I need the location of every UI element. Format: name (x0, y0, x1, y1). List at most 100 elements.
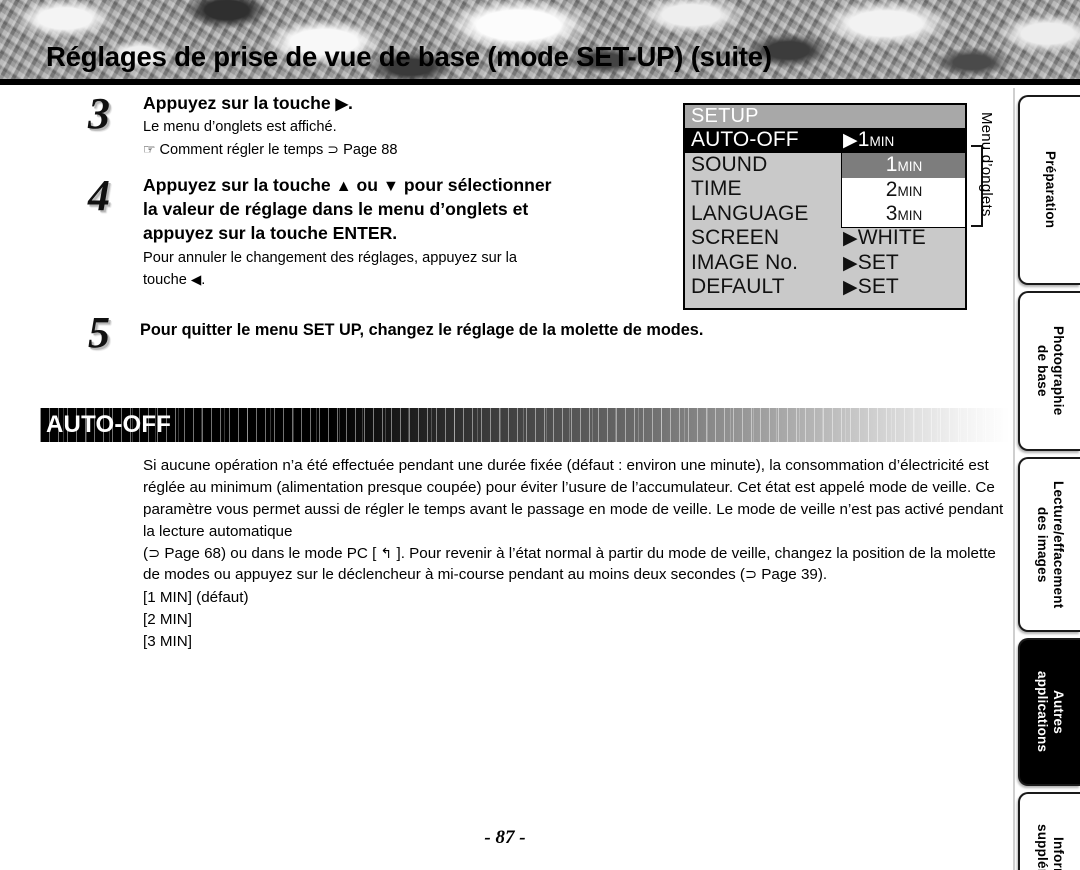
tab-menu-option-1min-value: 1 (885, 153, 898, 176)
lcd-auto-off-number: 1 (857, 128, 870, 151)
chapter-tab-preparation[interactable]: Préparation (1018, 95, 1080, 285)
right-arrow-icon: ▶ (843, 228, 858, 249)
step-3-sub-line-2: ☞ Comment régler le temps ⊃ Page 88 (143, 140, 682, 161)
section-bar-gradient (40, 408, 1010, 442)
chapter-tab-informations-supplementaires[interactable]: Informations supplémentaires (1018, 792, 1080, 870)
lcd-row-auto-off-label: AUTO-OFF (691, 128, 799, 151)
lcd-row-image-no-label: IMAGE No. (691, 250, 799, 274)
lcd-row-screen-label: SCREEN (691, 226, 780, 249)
chapter-tab-autres-applications[interactable]: Autres applications (1018, 638, 1080, 786)
body-p2-part-b: Page 68) ou dans le mode PC [ (160, 544, 381, 562)
step-4-title-part-b: ou (351, 175, 383, 196)
tab-menu-option-2min-unit: MIN (897, 183, 923, 199)
step-3-title-suffix: . (348, 93, 353, 113)
step-3-number: 3 (88, 89, 110, 138)
chapter-tab-autres-applications-label: Autres applications (1035, 671, 1066, 753)
tab-menu-option-1min[interactable]: 1MIN (842, 153, 965, 178)
lcd-screen: SETUP AUTO-OFF ▶1MIN SOUND TIME LANGUAGE… (683, 103, 967, 310)
lcd-row-language-label: LANGUAGE (691, 201, 809, 225)
right-arrow-icon: ▶ (335, 95, 349, 113)
lcd-row-auto-off: AUTO-OFF ▶1MIN (685, 128, 965, 153)
auto-off-options-list: [1 MIN] (défaut) [2 MIN] [3 MIN] (143, 587, 1015, 653)
tab-menu-option-2min[interactable]: 2MIN (842, 177, 965, 202)
page-edge-line (1013, 88, 1015, 870)
body-paragraph-2: (⊃ Page 68) ou dans le mode PC [ ↰ ]. Po… (143, 543, 1015, 587)
lcd-row-default-value: ▶SET (843, 275, 899, 301)
step-3-title: Appuyez sur la touche ▶. (143, 92, 682, 116)
step-5-number: 5 (88, 307, 110, 357)
lcd-auto-off-unit: MIN (869, 134, 895, 149)
step-4-body: Appuyez sur la touche ▲ ou ▼ pour sélect… (143, 174, 690, 291)
lcd-default-setting: SET (857, 275, 899, 298)
step-4-title-line-2: la valeur de réglage dans le menu d’ongl… (143, 199, 529, 220)
lcd-row-screen: SCREEN ▶WHITE (685, 226, 965, 251)
step-4-sub-part-b: . (201, 272, 206, 289)
page-title: Réglages de prise de vue de base (mode S… (46, 41, 772, 72)
pc-mode-icon: ↰ (380, 545, 393, 562)
lcd-row-default: DEFAULT ▶SET (685, 275, 965, 300)
page-number: - 87 - (484, 827, 526, 848)
lcd-screen-illustration: SETUP AUTO-OFF ▶1MIN SOUND TIME LANGUAGE… (683, 103, 967, 310)
tab-menu-option-3min[interactable]: 3MIN (842, 202, 965, 227)
option-1-min: [1 MIN] (défaut) (143, 589, 249, 607)
step-4-sub-part-a: touche (143, 272, 191, 289)
chapter-tab-lecture-effacement[interactable]: Lecture/effacement des images (1018, 457, 1080, 632)
down-arrow-icon: ▼ (382, 177, 399, 196)
step-4-title: Appuyez sur la touche ▲ ou ▼ pour sélect… (143, 174, 682, 245)
lcd-row-image-no-value: ▶SET (843, 251, 899, 277)
step-3: 3 Appuyez sur la touche ▶. Le menu d’ong… (0, 92, 690, 160)
step-5: 5 Pour quitter le menu SET UP, changez l… (0, 310, 704, 354)
lcd-row-default-label: DEFAULT (691, 275, 785, 298)
lcd-row-screen-value: ▶WHITE (843, 226, 926, 252)
chapter-tab-photographie-de-base-label: Photographie de base (1035, 326, 1066, 416)
body-paragraph-1: Si aucune opération n’a été effectuée pe… (143, 457, 1004, 540)
step-5-body: Pour quitter le menu SET UP, changez le … (140, 311, 704, 340)
lcd-row-image-no: IMAGE No. ▶SET (685, 251, 965, 276)
step-4-sub-line-1: Pour annuler le changement des réglages,… (143, 250, 518, 267)
option-3-min: [3 MIN] (143, 633, 192, 651)
left-arrow-icon: ◀ (190, 272, 202, 288)
right-arrow-icon: ▶ (843, 277, 858, 298)
right-arrow-icon: ▶ (843, 130, 858, 151)
lcd-row-sound-label: SOUND (691, 152, 768, 176)
step-4: 4 Appuyez sur la touche ▲ ou ▼ pour séle… (0, 174, 690, 291)
manual-page: Réglages de prise de vue de base (mode S… (0, 0, 1080, 870)
step-3-body: Appuyez sur la touche ▶. Le menu d’ongle… (143, 92, 690, 160)
chapter-tab-preparation-label: Préparation (1042, 151, 1058, 229)
right-arrow-icon: ▶ (843, 252, 858, 274)
tab-menu-option-3min-unit: MIN (897, 208, 923, 223)
step-4-title-part-a: Appuyez sur la touche (143, 175, 336, 196)
lcd-screen-setting: WHITE (857, 226, 926, 249)
lcd-row-auto-off-value: ▶1MIN (843, 128, 894, 155)
lcd-image-no-setting: SET (857, 250, 899, 274)
tab-menu-option-3min-value: 3 (885, 202, 898, 225)
step-3-crossref-text: Comment régler le temps (159, 141, 324, 158)
body-content: Si aucune opération n’a été effectuée pe… (143, 455, 1015, 653)
section-heading-bar: AUTO-OFF (40, 408, 1010, 442)
tab-menu-option-2min-value: 2 (885, 177, 898, 201)
loop-arrow-icon: ⊃ (148, 545, 161, 562)
option-2-min: [2 MIN] (143, 611, 192, 629)
chapter-tabs-sidebar: Préparation Photographie de base Lecture… (1018, 95, 1080, 870)
step-4-number: 4 (88, 171, 110, 221)
lcd-row-time-label: TIME (691, 177, 742, 200)
chapter-tab-lecture-effacement-label: Lecture/effacement des images (1035, 480, 1066, 609)
step-4-title-part-c: pour sélectionner (398, 175, 552, 196)
steps-list: 3 Appuyez sur la touche ▶. Le menu d’ong… (0, 92, 704, 355)
up-arrow-icon: ▲ (335, 177, 352, 196)
step-4-title-line-3: appuyez sur la touche ENTER. (143, 222, 398, 243)
step-3-page-ref: Page 88 (343, 141, 398, 158)
loop-arrow-icon: ⊃ (744, 567, 758, 584)
chapter-tab-informations-supplementaires-label: Informations supplémentaires (1034, 824, 1066, 870)
tab-menu-option-1min-unit: MIN (897, 159, 923, 174)
section-heading-label: AUTO-OFF (46, 411, 172, 438)
step-3-sub-line-1: Le menu d’onglets est affiché. (143, 118, 337, 135)
chapter-tab-photographie-de-base[interactable]: Photographie de base (1018, 291, 1080, 451)
lcd-tab-menu-popup: 1MIN 2MIN 3MIN (841, 152, 965, 228)
pointing-hand-icon: ☞ (143, 140, 156, 157)
step-3-title-prefix: Appuyez sur la touche (143, 93, 336, 113)
body-p2-part-d: Page 39). (757, 566, 828, 584)
step-4-sub-line-2: touche ◀. (143, 271, 682, 291)
callout-label-menu-onglets: Menu d’onglets (978, 112, 995, 217)
step-5-title: Pour quitter le menu SET UP, changez le … (140, 320, 704, 339)
